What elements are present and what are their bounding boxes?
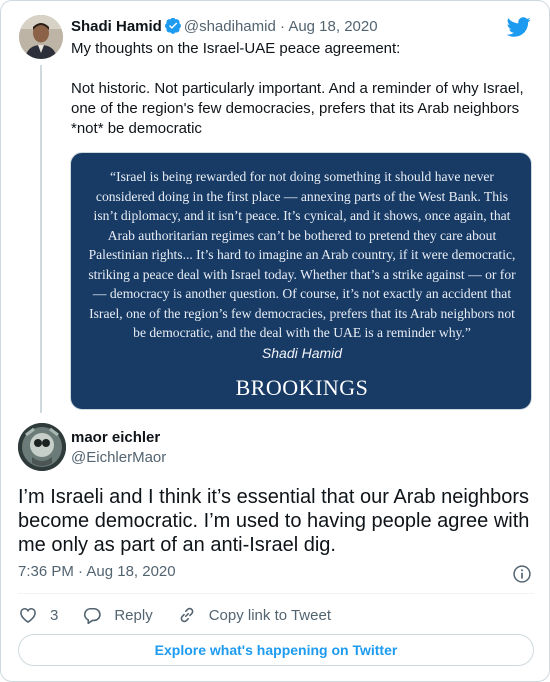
- embedded-tweet-card: Shadi Hamid @shadihamid · Aug 18, 2020 My…: [0, 0, 550, 682]
- quoted-tweet-text: My thoughts on the Israel-UAE peace agre…: [71, 39, 531, 139]
- quoted-tweet-date[interactable]: Aug 18, 2020: [288, 18, 377, 35]
- quote-image-card[interactable]: “Israel is being rewarded for not doing …: [70, 152, 532, 410]
- like-button[interactable]: 3: [18, 605, 58, 625]
- thread-line: [40, 65, 42, 413]
- link-icon: [180, 607, 194, 623]
- verified-badge-icon: [164, 17, 181, 34]
- heart-icon: [20, 607, 36, 624]
- author-handle[interactable]: @EichlerMaor: [71, 449, 166, 466]
- card-author: Shadi Hamid: [261, 345, 343, 361]
- info-icon[interactable]: [512, 564, 532, 584]
- tweet-timestamp[interactable]: 7:36 PM · Aug 18, 2020: [18, 563, 176, 580]
- copy-link-label: Copy link to Tweet: [208, 606, 331, 624]
- divider: [18, 593, 534, 594]
- separator-dot: ·: [279, 18, 285, 35]
- brookings-logo: BROOKINGS: [235, 375, 369, 400]
- author-name[interactable]: maor eichler: [71, 429, 160, 446]
- tweet-text: I’m Israeli and I think it’s essential t…: [18, 486, 530, 556]
- like-count: 3: [50, 606, 59, 624]
- twitter-bird-icon[interactable]: [507, 15, 531, 39]
- author-avatar[interactable]: [18, 423, 66, 471]
- card-quote-text: “Israel is being rewarded for not doing …: [88, 169, 516, 340]
- explore-twitter-button[interactable]: Explore what's happening on Twitter: [18, 634, 534, 666]
- quoted-tweet-line1: My thoughts on the Israel-UAE peace agre…: [71, 40, 401, 57]
- reply-label: Reply: [114, 606, 153, 624]
- quoted-tweet-paragraph: Not historic. Not particularly important…: [71, 80, 524, 137]
- quoted-author-handle[interactable]: @shadihamid: [184, 18, 276, 35]
- tweet-actions: 3 Reply Copy link to Tweet: [18, 604, 355, 626]
- quoted-tweet-header: Shadi Hamid @shadihamid · Aug 18, 2020: [71, 17, 378, 37]
- reply-button[interactable]: Reply: [82, 605, 153, 625]
- quoted-author-avatar[interactable]: [19, 15, 63, 59]
- reply-icon: [84, 607, 102, 625]
- copy-link-button[interactable]: Copy link to Tweet: [177, 605, 331, 625]
- quoted-author-name[interactable]: Shadi Hamid: [71, 18, 162, 35]
